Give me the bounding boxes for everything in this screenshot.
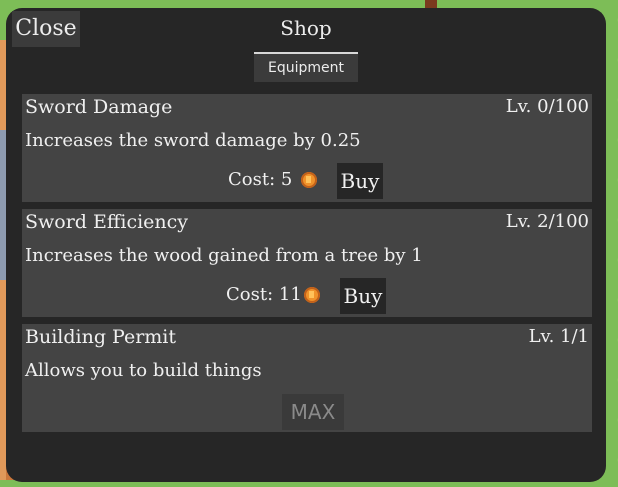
- buy-button[interactable]: Buy: [340, 278, 386, 314]
- max-button: MAX: [282, 394, 344, 430]
- upgrade-card-building-permit: Building Permit Lv. 1/1 Allows you to bu…: [22, 324, 592, 432]
- upgrade-description: Increases the wood gained from a tree by…: [25, 245, 423, 266]
- upgrade-card-sword-damage: Sword Damage Lv. 0/100 Increases the swo…: [22, 94, 592, 202]
- cost-row: Cost: 5 Buy: [22, 163, 592, 199]
- upgrade-level: Lv. 2/100: [505, 211, 589, 232]
- upgrade-description: Increases the sword damage by 0.25: [25, 130, 361, 151]
- upgrade-name: Sword Efficiency: [25, 211, 189, 233]
- wood-coin-icon: [301, 172, 317, 188]
- upgrade-level: Lv. 0/100: [505, 96, 589, 117]
- tab-equipment[interactable]: Equipment: [254, 52, 358, 82]
- shop-title: Shop: [280, 16, 332, 40]
- cost-label: Cost: 5: [228, 169, 293, 190]
- cost-label: Cost: 11: [226, 284, 302, 305]
- upgrade-name: Building Permit: [25, 326, 177, 348]
- upgrade-card-sword-efficiency: Sword Efficiency Lv. 2/100 Increases the…: [22, 209, 592, 317]
- upgrade-description: Allows you to build things: [25, 360, 262, 381]
- upgrade-level: Lv. 1/1: [528, 326, 589, 347]
- upgrade-name: Sword Damage: [25, 96, 173, 118]
- buy-button[interactable]: Buy: [337, 163, 383, 199]
- shop-panel: Close Shop Equipment Sword Damage Lv. 0/…: [6, 8, 606, 482]
- wood-coin-icon: [304, 287, 320, 303]
- cost-row: Cost: 11 Buy: [22, 278, 592, 314]
